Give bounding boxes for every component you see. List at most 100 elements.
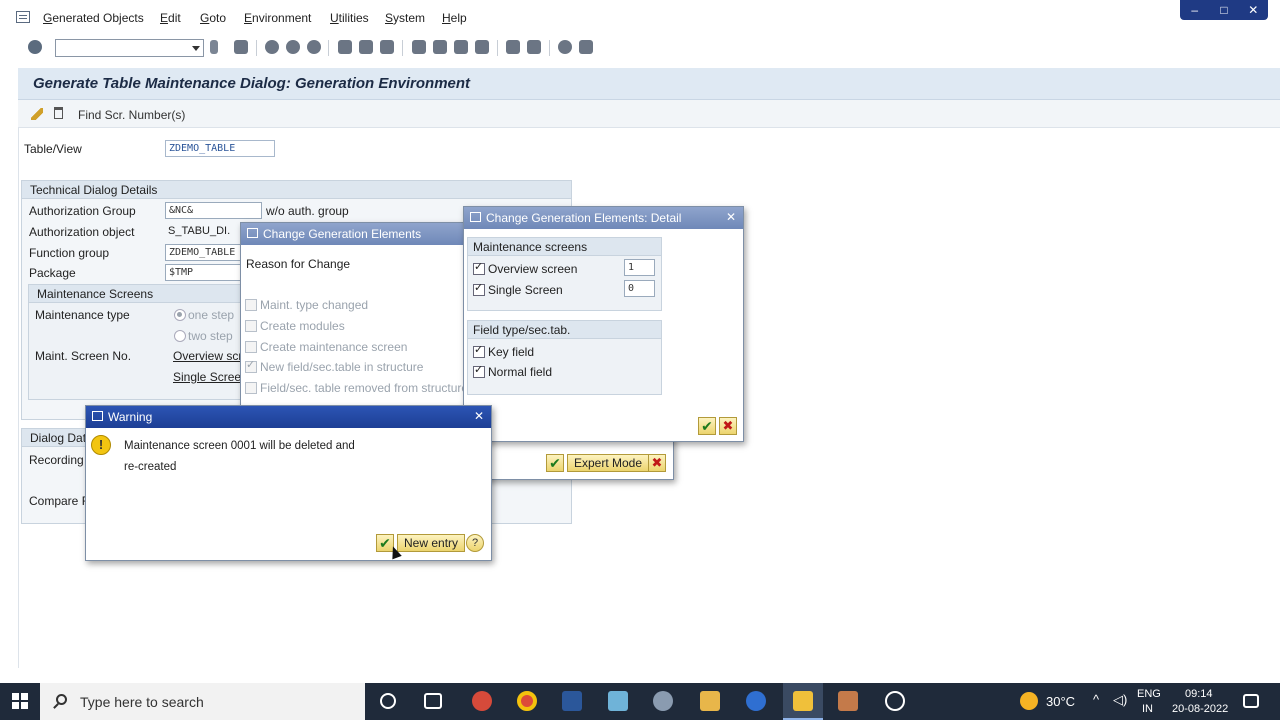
expert-mode-ok-button[interactable]: ✔ — [546, 454, 564, 472]
auth-object-value: S_TABU_DI. — [168, 225, 231, 237]
webex-icon[interactable] — [746, 691, 766, 711]
normal-field-checkbox[interactable]: Normal field — [473, 363, 552, 379]
chevron-down-icon[interactable] — [192, 46, 200, 51]
reason-for-change-label: Reason for Change — [246, 257, 351, 271]
next-page-icon[interactable] — [454, 40, 468, 54]
create-modules-checkbox[interactable]: Create modules — [245, 319, 345, 333]
trash-icon[interactable] — [54, 107, 63, 119]
enter-icon[interactable] — [28, 40, 42, 54]
menu-generated-objects[interactable]: Generated Objects — [43, 11, 144, 25]
first-page-icon[interactable] — [412, 40, 426, 54]
screen-title-bar: Generate Table Maintenance Dialog: Gener… — [18, 68, 1280, 100]
find-icon[interactable] — [359, 40, 373, 54]
overview-screen-link[interactable]: Overview scr — [173, 349, 241, 363]
function-group-label: Function group — [29, 246, 110, 260]
task-view-icon[interactable] — [424, 693, 442, 709]
help-icon[interactable] — [558, 40, 572, 54]
menu-utilities[interactable]: Utilities — [330, 11, 369, 25]
save-icon[interactable] — [234, 40, 248, 54]
page-title: Generate Table Maintenance Dialog: Gener… — [33, 75, 471, 92]
menu-edit[interactable]: Edit — [160, 11, 181, 25]
notepad-icon[interactable] — [608, 691, 628, 711]
clock-app-icon[interactable] — [885, 691, 905, 711]
app-icon[interactable] — [472, 691, 492, 711]
chrome-icon[interactable] — [517, 691, 537, 711]
word-icon[interactable] — [562, 691, 582, 711]
language-line2[interactable]: IN — [1142, 703, 1153, 715]
overview-screen-number-field[interactable]: 1 — [624, 259, 655, 276]
cortana-icon[interactable] — [380, 693, 396, 709]
app-icon[interactable] — [838, 691, 858, 711]
clock-time[interactable]: 09:14 — [1185, 688, 1213, 700]
change-generation-elements-title: Change Generation Elements — [263, 227, 422, 241]
print-icon[interactable] — [338, 40, 352, 54]
new-field-checkbox[interactable]: New field/sec.table in structure — [245, 358, 423, 374]
table-view-field[interactable]: ZDEMO_TABLE — [165, 140, 275, 157]
menu-help[interactable]: Help — [442, 11, 467, 25]
one-step-radio[interactable]: one step — [174, 308, 234, 322]
menu-bar: Generated Objects Edit Goto Environment … — [0, 0, 1280, 36]
app-icon[interactable] — [653, 691, 673, 711]
menu-environment[interactable]: Environment — [244, 11, 311, 25]
layout-menu-icon[interactable] — [579, 40, 593, 54]
function-group-field[interactable]: ZDEMO_TABLE — [165, 244, 243, 261]
help-icon[interactable]: ? — [466, 534, 484, 552]
detail-cancel-button[interactable]: ✖ — [719, 417, 737, 435]
package-field[interactable]: $TMP — [165, 264, 243, 281]
recording-label: Recording — [29, 453, 84, 467]
sap-logon-icon[interactable] — [793, 691, 813, 711]
close-icon[interactable]: ✕ — [472, 409, 486, 423]
last-page-icon[interactable] — [475, 40, 489, 54]
field-removed-checkbox[interactable]: Field/sec. table removed from structure — [245, 381, 468, 395]
cancel-icon[interactable] — [307, 40, 321, 54]
pencil-icon[interactable] — [31, 108, 43, 120]
speaker-icon[interactable]: ◁) — [1113, 692, 1127, 708]
command-field[interactable] — [55, 39, 204, 57]
menu-icon[interactable] — [16, 11, 30, 23]
new-session-icon[interactable] — [506, 40, 520, 54]
overview-screen-checkbox[interactable]: Overview screen — [473, 260, 577, 276]
single-screen-number-field[interactable]: 0 — [624, 280, 655, 297]
key-field-checkbox[interactable]: Key field — [473, 343, 534, 359]
single-screen-checkbox[interactable]: Single Screen — [473, 281, 563, 297]
taskbar-search[interactable]: Type here to search — [40, 683, 365, 720]
notification-icon[interactable] — [1243, 694, 1259, 708]
maint-type-changed-checkbox[interactable]: Maint. type changed — [245, 298, 368, 312]
menu-system[interactable]: System — [385, 11, 425, 25]
two-step-radio[interactable]: two step — [174, 329, 233, 343]
warning-message-line1: Maintenance screen 0001 will be deleted … — [124, 440, 355, 452]
window-icon — [247, 228, 258, 238]
find-screen-numbers-button[interactable]: Find Scr. Number(s) — [78, 108, 185, 122]
file-explorer-icon[interactable] — [700, 691, 720, 711]
chevron-up-icon[interactable]: ^ — [1093, 692, 1099, 707]
shortcut-icon[interactable] — [527, 40, 541, 54]
warning-titlebar: Warning ✕ — [86, 406, 491, 428]
new-entry-button[interactable]: New entry — [397, 534, 466, 552]
minimize-button[interactable]: – — [1188, 3, 1202, 17]
auth-group-field[interactable]: &NC& — [165, 202, 262, 219]
package-label: Package — [29, 266, 76, 280]
single-screen-link[interactable]: Single Screen — [173, 370, 241, 384]
clock-date[interactable]: 20-08-2022 — [1172, 703, 1228, 715]
change-gen-cancel-button[interactable]: ✖ — [648, 454, 666, 472]
create-maintenance-screen-checkbox[interactable]: Create maintenance screen — [245, 340, 407, 354]
maximize-button[interactable]: □ — [1217, 3, 1231, 17]
search-icon — [56, 694, 67, 705]
windows-start-icon[interactable] — [12, 693, 28, 709]
warning-icon: ! — [91, 435, 111, 455]
warning-message-line2: re-created — [124, 461, 177, 473]
weather-icon[interactable] — [1020, 692, 1038, 710]
exit-icon[interactable] — [286, 40, 300, 54]
menu-goto[interactable]: Goto — [200, 11, 226, 25]
close-icon[interactable]: ✕ — [724, 210, 738, 224]
close-window-button[interactable]: ✕ — [1246, 3, 1260, 17]
language-line1[interactable]: ENG — [1137, 688, 1161, 700]
previous-page-icon[interactable] — [433, 40, 447, 54]
find-next-icon[interactable] — [380, 40, 394, 54]
back-arrow-icon[interactable] — [210, 40, 218, 54]
detail-maint-screens-header: Maintenance screens — [468, 238, 661, 256]
back-icon[interactable] — [265, 40, 279, 54]
expert-mode-button[interactable]: Expert Mode — [567, 454, 650, 472]
technical-details-header: Technical Dialog Details — [22, 181, 571, 199]
detail-ok-button[interactable]: ✔ — [698, 417, 716, 435]
